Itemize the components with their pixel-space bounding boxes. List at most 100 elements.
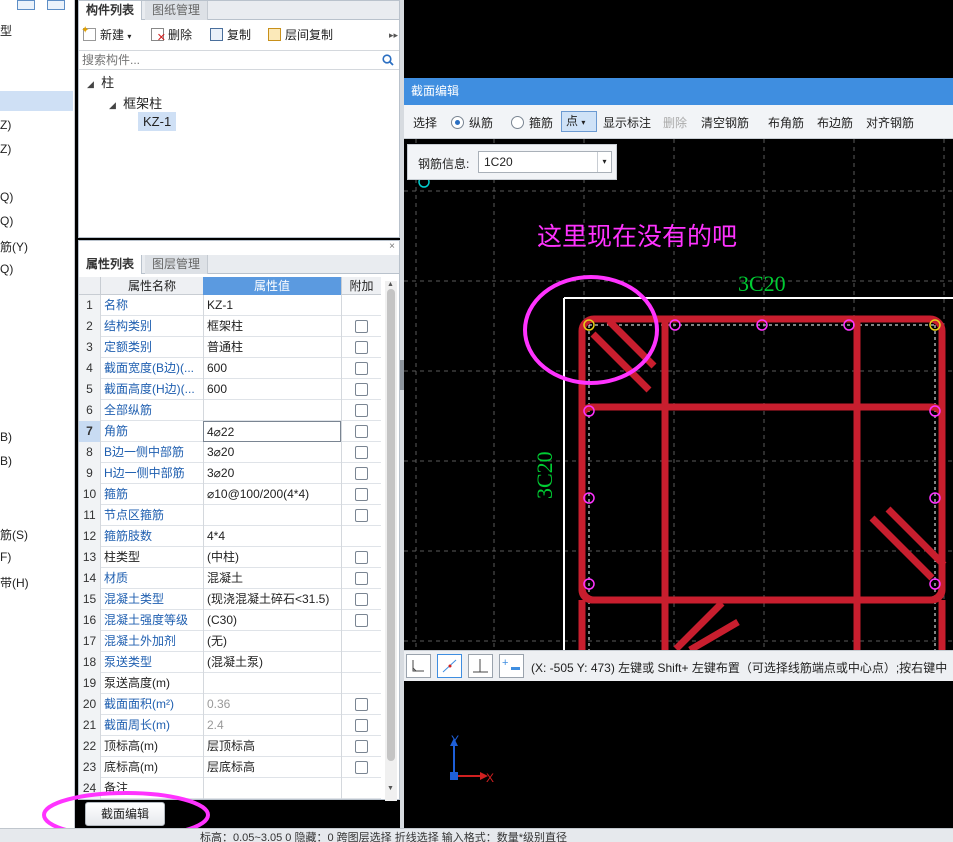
property-row[interactable]: 1 名称 KZ-1: [79, 295, 381, 316]
property-value-field[interactable]: (中柱): [203, 547, 341, 568]
dropdown-arrow-icon[interactable]: ▾: [127, 32, 131, 41]
property-value-field[interactable]: [203, 400, 341, 421]
property-value-field[interactable]: (无): [203, 631, 341, 652]
property-row[interactable]: 11 节点区箍筋: [79, 505, 381, 526]
grid-view-icon[interactable]: [47, 0, 65, 10]
property-value-field[interactable]: KZ-1: [203, 295, 341, 316]
attach-checkbox[interactable]: [355, 320, 368, 333]
property-row[interactable]: 17 混凝土外加剂 (无): [79, 631, 381, 652]
corner-rebar-button[interactable]: 布角筋: [768, 114, 804, 131]
property-value-field[interactable]: 层顶标高: [203, 736, 341, 757]
property-value-field[interactable]: ⌀10@100/200(4*4): [203, 484, 341, 505]
property-row[interactable]: 5 截面高度(H边)(... 600: [79, 379, 381, 400]
new-button[interactable]: ✦ 新建 ▾: [81, 25, 131, 45]
scrollbar-thumb[interactable]: [387, 289, 395, 761]
property-value-field[interactable]: 2.4: [203, 715, 341, 736]
property-value-field[interactable]: 0.36: [203, 694, 341, 715]
property-value-field[interactable]: (C30): [203, 610, 341, 631]
attach-checkbox[interactable]: [355, 509, 368, 522]
property-value-field[interactable]: 普通柱: [203, 337, 341, 358]
property-row[interactable]: 4 截面宽度(B边)(... 600: [79, 358, 381, 379]
dimension-snap-icon[interactable]: +: [499, 654, 524, 678]
property-value-field[interactable]: 3⌀20: [203, 463, 341, 484]
property-value-field[interactable]: 4*4: [203, 526, 341, 547]
nav-item[interactable]: B): [0, 454, 12, 468]
ortho-snap-icon[interactable]: [406, 654, 431, 678]
attach-checkbox[interactable]: [355, 593, 368, 606]
copy-button[interactable]: 复制: [210, 25, 251, 45]
property-value-field[interactable]: (现浇混凝土碎石<31.5): [203, 589, 341, 610]
attach-checkbox[interactable]: [355, 467, 368, 480]
property-row[interactable]: 9 H边一侧中部筋 3⌀20: [79, 463, 381, 484]
longitudinal-rebar-radio[interactable]: 纵筋: [451, 114, 493, 131]
tab-component-list[interactable]: 构件列表: [79, 1, 143, 20]
property-value-field[interactable]: 层底标高: [203, 757, 341, 778]
tab-layer-management[interactable]: 图层管理: [145, 255, 209, 274]
property-row[interactable]: 21 截面周长(m) 2.4: [79, 715, 381, 736]
property-row[interactable]: 3 定额类别 普通柱: [79, 337, 381, 358]
attach-checkbox[interactable]: [355, 614, 368, 627]
perpendicular-snap-icon[interactable]: [468, 654, 493, 678]
property-row[interactable]: 20 截面面积(m²) 0.36: [79, 694, 381, 715]
radio-icon[interactable]: [511, 116, 524, 129]
nav-item[interactable]: F): [0, 550, 11, 564]
attach-checkbox[interactable]: [355, 740, 368, 753]
property-value-field[interactable]: [203, 505, 341, 526]
property-value-field[interactable]: 框架柱: [203, 316, 341, 337]
stirrup-radio[interactable]: 箍筋: [511, 114, 553, 131]
property-row[interactable]: 14 材质 混凝土: [79, 568, 381, 589]
property-row[interactable]: 18 泵送类型 (混凝土泵): [79, 652, 381, 673]
floor-copy-button[interactable]: 层间复制: [268, 25, 333, 45]
property-value-field[interactable]: 4⌀22: [203, 421, 341, 442]
attach-checkbox[interactable]: [355, 719, 368, 732]
tab-property-list[interactable]: 属性列表: [79, 255, 143, 274]
attach-checkbox[interactable]: [355, 488, 368, 501]
property-row[interactable]: 6 全部纵筋: [79, 400, 381, 421]
chevron-down-icon[interactable]: ▾: [597, 152, 611, 172]
clear-rebar-button[interactable]: 清空钢筋: [701, 114, 749, 131]
property-row[interactable]: 13 柱类型 (中柱): [79, 547, 381, 568]
nav-item[interactable]: 型: [0, 22, 12, 39]
nav-item[interactable]: Z): [0, 118, 11, 132]
tree-node-kz1[interactable]: KZ-1: [138, 112, 177, 131]
show-label-button[interactable]: 显示标注: [603, 114, 651, 131]
property-scrollbar[interactable]: ▲ ▼: [385, 281, 397, 801]
property-row[interactable]: 12 箍筋肢数 4*4: [79, 526, 381, 547]
attach-checkbox[interactable]: [355, 761, 368, 774]
property-row[interactable]: 22 顶标高(m) 层顶标高: [79, 736, 381, 757]
search-icon[interactable]: [382, 54, 394, 66]
tree-node-frame-column[interactable]: ◢ 框架柱: [109, 93, 162, 112]
delete-button[interactable]: ✕ 删除: [151, 25, 192, 45]
attach-checkbox[interactable]: [355, 572, 368, 585]
property-row[interactable]: 23 底标高(m) 层底标高: [79, 757, 381, 778]
attach-checkbox[interactable]: [355, 698, 368, 711]
close-icon[interactable]: ×: [389, 241, 395, 252]
property-row[interactable]: 10 箍筋 ⌀10@100/200(4*4): [79, 484, 381, 505]
property-row[interactable]: 8 B边一侧中部筋 3⌀20: [79, 442, 381, 463]
edge-rebar-button[interactable]: 布边筋: [817, 114, 853, 131]
nav-item[interactable]: B): [0, 430, 12, 444]
property-row[interactable]: 19 泵送高度(m): [79, 673, 381, 694]
nav-item[interactable]: 筋(Y): [0, 238, 28, 255]
property-value-field[interactable]: 3⌀20: [203, 442, 341, 463]
search-input[interactable]: [79, 51, 369, 69]
rebar-info-select[interactable]: 1C20 ▾: [478, 151, 612, 173]
nav-item[interactable]: Q): [0, 190, 13, 204]
property-value-field[interactable]: 600: [203, 379, 341, 400]
scroll-up-icon[interactable]: ▲: [387, 281, 394, 288]
property-row[interactable]: 7 角筋 4⌀22: [79, 421, 381, 442]
tab-drawing-management[interactable]: 图纸管理: [145, 1, 209, 20]
nav-item[interactable]: Z): [0, 142, 11, 156]
nav-item[interactable]: 带(H): [0, 574, 29, 591]
property-value-field[interactable]: [203, 778, 341, 799]
select-tool[interactable]: 选择: [413, 114, 437, 131]
section-drawing-canvas[interactable]: 3C20 3C20 这里现在没有的吧: [404, 139, 953, 650]
more-tools-icon[interactable]: ▸▸: [389, 25, 398, 45]
property-value-field[interactable]: 混凝土: [203, 568, 341, 589]
attach-checkbox[interactable]: [355, 362, 368, 375]
property-value-field[interactable]: 600: [203, 358, 341, 379]
tree-node-column[interactable]: ◢ 柱: [87, 72, 114, 91]
property-row[interactable]: 2 结构类别 框架柱: [79, 316, 381, 337]
property-value-field[interactable]: [203, 673, 341, 694]
collapse-triangle-icon[interactable]: ◢: [87, 79, 94, 89]
